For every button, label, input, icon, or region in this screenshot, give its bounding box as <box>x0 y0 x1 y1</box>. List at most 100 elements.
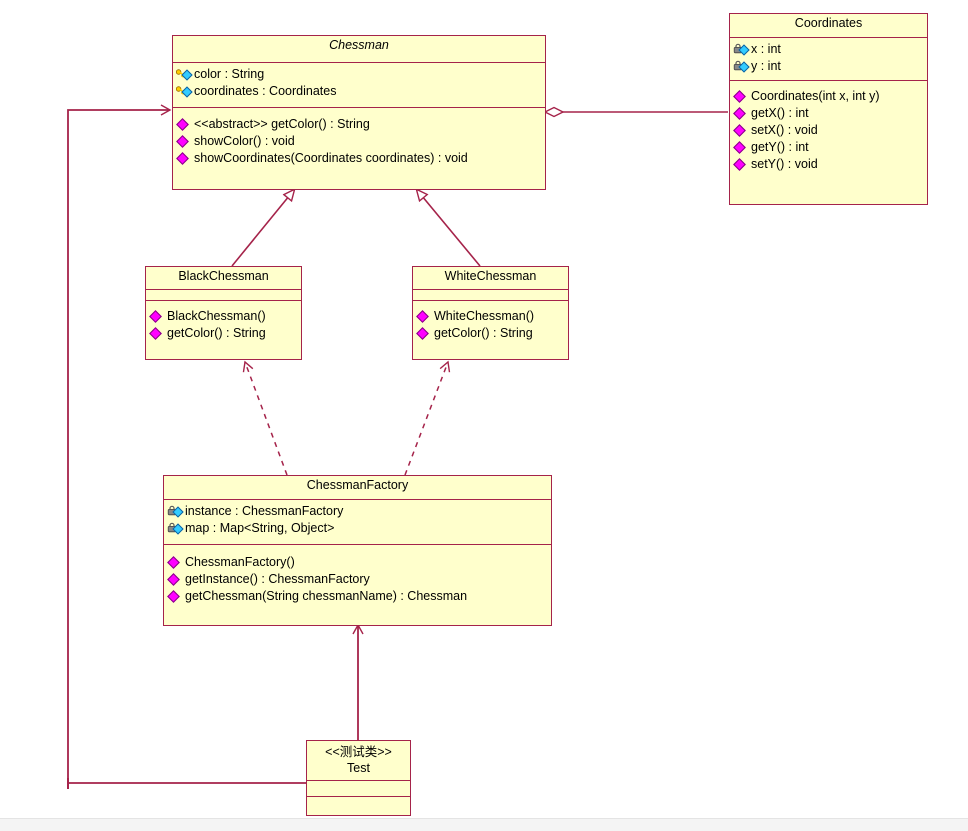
public-method-icon <box>733 141 750 154</box>
attribute-label: map : Map<String, Object> <box>185 521 335 536</box>
operation-row[interactable]: showColor() : void <box>176 133 543 150</box>
public-method-icon <box>733 90 750 103</box>
operation-row[interactable]: getX() : int <box>733 105 925 122</box>
attributes-compartment-test <box>307 781 410 797</box>
public-method-icon <box>733 158 750 171</box>
operations-compartment-chessmanfactory: ChessmanFactory() getInstance() : Chessm… <box>164 545 551 608</box>
class-header-test: <<测试类>> Test <box>307 741 410 781</box>
attribute-label: y : int <box>751 59 781 74</box>
operation-label: ChessmanFactory() <box>185 555 295 570</box>
rel-association-test-chessman <box>67 104 306 789</box>
rel-generalization-black-chessman <box>231 190 294 267</box>
operation-row[interactable]: Coordinates(int x, int y) <box>733 88 925 105</box>
class-name-whitechessman: WhiteChessman <box>444 269 537 283</box>
operation-row[interactable]: getColor() : String <box>149 325 299 342</box>
operations-compartment-blackchessman: BlackChessman() getColor() : String <box>146 301 301 345</box>
attributes-compartment-chessmanfactory: instance : ChessmanFactory map : Map<Str… <box>164 500 551 545</box>
operations-compartment-chessman: <<abstract>> getColor() : String showCol… <box>173 108 545 170</box>
class-header-whitechessman: WhiteChessman <box>413 267 568 290</box>
operation-row[interactable]: setY() : void <box>733 156 925 173</box>
operation-label: showCoordinates(Coordinates coordinates)… <box>194 151 468 166</box>
class-name-chessman: Chessman <box>329 38 389 52</box>
class-name-coordinates: Coordinates <box>794 16 863 30</box>
operation-label: getColor() : String <box>434 326 533 341</box>
attribute-row[interactable]: instance : ChessmanFactory <box>167 503 549 520</box>
operation-row[interactable]: WhiteChessman() <box>416 308 566 325</box>
uml-class-test[interactable]: <<测试类>> Test <box>306 740 411 816</box>
operation-row[interactable]: getY() : int <box>733 139 925 156</box>
attributes-compartment-chessman: color : String coordinates : Coordinates <box>173 63 545 108</box>
class-stereotype-test: <<测试类>> <box>325 745 392 759</box>
uml-class-chessmanfactory[interactable]: ChessmanFactory instance : ChessmanFacto… <box>163 475 552 626</box>
operation-label: <<abstract>> getColor() : String <box>194 117 370 132</box>
uml-class-whitechessman[interactable]: WhiteChessman WhiteChessman() getColor()… <box>412 266 569 360</box>
public-method-icon <box>167 556 184 569</box>
operation-row[interactable]: getColor() : String <box>416 325 566 342</box>
class-header-blackchessman: BlackChessman <box>146 267 301 290</box>
operation-row[interactable]: ChessmanFactory() <box>167 554 549 571</box>
operation-row[interactable]: BlackChessman() <box>149 308 299 325</box>
operation-label: getInstance() : ChessmanFactory <box>185 572 370 587</box>
protected-key-icon <box>176 85 193 98</box>
public-method-icon <box>733 124 750 137</box>
operation-label: getY() : int <box>751 140 809 155</box>
operation-row[interactable]: getInstance() : ChessmanFactory <box>167 571 549 588</box>
attribute-label: color : String <box>194 67 265 82</box>
rel-dependency-factory-black <box>242 360 288 476</box>
uml-class-chessman[interactable]: Chessman color : String coordinates : Co… <box>172 35 546 190</box>
operation-label: showColor() : void <box>194 134 295 149</box>
operations-compartment-test <box>307 797 410 815</box>
public-method-icon <box>416 310 433 323</box>
public-method-icon <box>176 135 193 148</box>
private-lock-icon <box>733 60 750 73</box>
attributes-compartment-coordinates: x : int y : int <box>730 38 927 81</box>
attribute-row[interactable]: map : Map<String, Object> <box>167 520 549 537</box>
private-lock-icon <box>167 522 184 535</box>
public-method-icon <box>167 590 184 603</box>
private-lock-icon <box>167 505 184 518</box>
operations-compartment-coordinates: Coordinates(int x, int y) getX() : int s… <box>730 81 927 176</box>
public-method-icon <box>416 327 433 340</box>
operation-label: Coordinates(int x, int y) <box>751 89 880 104</box>
attribute-label: x : int <box>751 42 781 57</box>
operation-label: BlackChessman() <box>167 309 266 324</box>
attribute-row[interactable]: color : String <box>176 66 543 83</box>
attribute-row[interactable]: y : int <box>733 58 925 75</box>
class-name-chessmanfactory: ChessmanFactory <box>306 478 409 492</box>
public-method-icon <box>733 107 750 120</box>
public-method-icon <box>176 152 193 165</box>
operation-row[interactable]: showCoordinates(Coordinates coordinates)… <box>176 150 543 167</box>
protected-key-icon <box>176 68 193 81</box>
uml-class-blackchessman[interactable]: BlackChessman BlackChessman() getColor()… <box>145 266 302 360</box>
uml-diagram-canvas: BlackChessman --> WhiteChessman --> Ches… <box>0 0 968 830</box>
attributes-compartment-blackchessman <box>146 290 301 301</box>
attributes-compartment-whitechessman <box>413 290 568 301</box>
uml-class-coordinates[interactable]: Coordinates x : int y : int Coordinates(… <box>729 13 928 205</box>
public-method-icon <box>176 118 193 131</box>
rel-generalization-white-chessman <box>417 190 481 267</box>
class-name-blackchessman: BlackChessman <box>178 269 269 283</box>
attribute-label: instance : ChessmanFactory <box>185 504 344 519</box>
class-header-coordinates: Coordinates <box>730 14 927 38</box>
attribute-label: coordinates : Coordinates <box>194 84 337 99</box>
footer-strip <box>0 818 968 831</box>
class-header-chessman: Chessman <box>173 36 545 63</box>
operations-compartment-whitechessman: WhiteChessman() getColor() : String <box>413 301 568 345</box>
operation-label: getChessman(String chessmanName) : Chess… <box>185 589 468 604</box>
operation-row[interactable]: <<abstract>> getColor() : String <box>176 116 543 133</box>
attribute-row[interactable]: coordinates : Coordinates <box>176 83 543 100</box>
operation-label: getColor() : String <box>167 326 266 341</box>
operation-label: getX() : int <box>751 106 809 121</box>
operation-row[interactable]: getChessman(String chessmanName) : Chess… <box>167 588 549 605</box>
private-lock-icon <box>733 43 750 56</box>
class-header-chessmanfactory: ChessmanFactory <box>164 476 551 500</box>
operation-label: setX() : void <box>751 123 818 138</box>
public-method-icon <box>149 327 166 340</box>
attribute-row[interactable]: x : int <box>733 41 925 58</box>
operation-label: WhiteChessman() <box>434 309 535 324</box>
operation-label: setY() : void <box>751 157 818 172</box>
public-method-icon <box>167 573 184 586</box>
public-method-icon <box>149 310 166 323</box>
rel-dependency-factory-white <box>404 360 451 476</box>
operation-row[interactable]: setX() : void <box>733 122 925 139</box>
